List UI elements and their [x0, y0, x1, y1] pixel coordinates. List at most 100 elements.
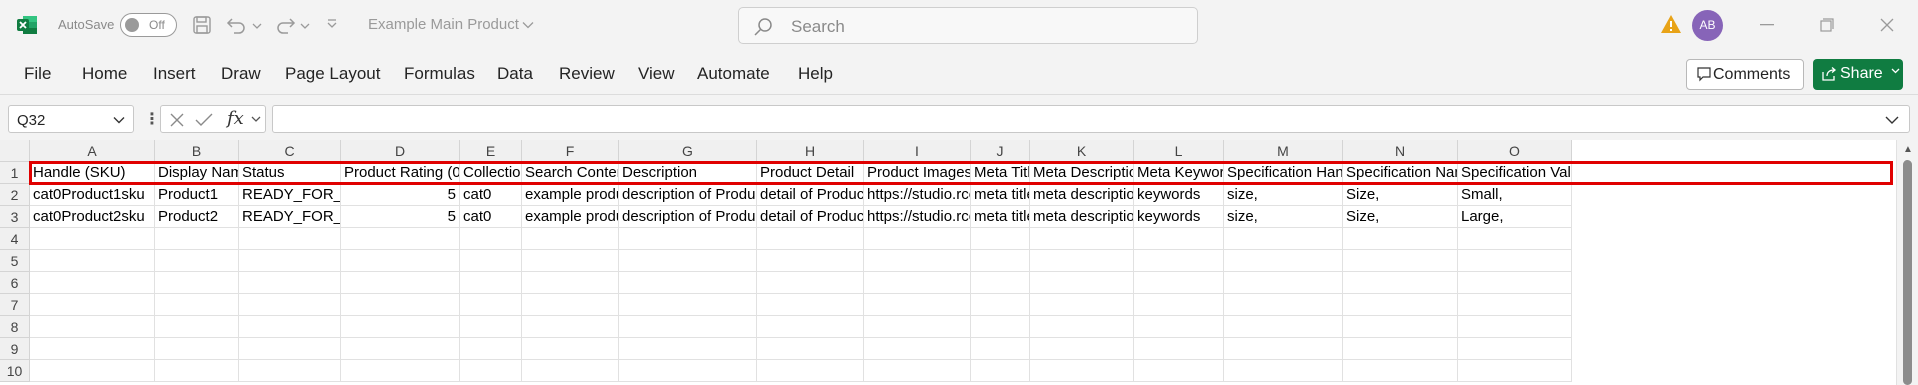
cell[interactable]: cat0: [460, 184, 522, 206]
cell[interactable]: [1224, 316, 1343, 338]
cell[interactable]: [1343, 272, 1458, 294]
cell[interactable]: detail of Product2: [757, 206, 864, 228]
cell[interactable]: meta description: [1030, 184, 1134, 206]
cell[interactable]: [1343, 360, 1458, 382]
cell[interactable]: Meta Title: [971, 162, 1030, 184]
cell[interactable]: [757, 360, 864, 382]
cell[interactable]: [155, 360, 239, 382]
cell[interactable]: [1134, 228, 1224, 250]
cell[interactable]: [30, 338, 155, 360]
cell[interactable]: [522, 360, 619, 382]
cell[interactable]: Search Content: [522, 162, 619, 184]
cell[interactable]: [30, 360, 155, 382]
row-header[interactable]: 8: [0, 316, 30, 338]
scroll-up-icon[interactable]: ▲: [1903, 144, 1913, 155]
cell[interactable]: [619, 228, 757, 250]
cell[interactable]: example product: [522, 206, 619, 228]
cell[interactable]: Size,: [1343, 206, 1458, 228]
row-header[interactable]: 2: [0, 184, 30, 206]
cell[interactable]: [1030, 294, 1134, 316]
tab-home[interactable]: Home: [82, 64, 127, 84]
cell[interactable]: https://studio.rcon: [864, 184, 971, 206]
cell[interactable]: keywords: [1134, 206, 1224, 228]
formula-input[interactable]: [272, 105, 1910, 133]
column-header[interactable]: J: [971, 140, 1030, 162]
cell[interactable]: cat0: [460, 206, 522, 228]
cell[interactable]: 5: [341, 206, 460, 228]
cell[interactable]: [1458, 316, 1572, 338]
spreadsheet-grid[interactable]: ABCDEFGHIJKLMNO 1Handle (SKU)Display Nam…: [0, 140, 1918, 385]
column-header[interactable]: M: [1224, 140, 1343, 162]
cancel-icon[interactable]: [169, 112, 185, 128]
cell[interactable]: [1134, 294, 1224, 316]
cell[interactable]: [757, 272, 864, 294]
cell[interactable]: [460, 250, 522, 272]
cell[interactable]: [864, 316, 971, 338]
comments-button[interactable]: Comments: [1686, 59, 1804, 90]
cell[interactable]: [460, 338, 522, 360]
cell[interactable]: Status: [239, 162, 341, 184]
expand-formula-chevron-down-icon[interactable]: [1885, 116, 1899, 124]
cell[interactable]: [971, 250, 1030, 272]
formula-bar-more-icon[interactable]: ⋮: [144, 109, 160, 129]
cell[interactable]: [619, 250, 757, 272]
cell[interactable]: [155, 272, 239, 294]
column-header[interactable]: I: [864, 140, 971, 162]
column-header[interactable]: B: [155, 140, 239, 162]
column-header[interactable]: N: [1343, 140, 1458, 162]
tab-formulas[interactable]: Formulas: [404, 64, 475, 84]
cell[interactable]: [864, 360, 971, 382]
select-all-corner[interactable]: [0, 140, 30, 162]
tab-automate[interactable]: Automate: [697, 64, 770, 84]
scrollbar-thumb[interactable]: [1903, 160, 1912, 385]
name-box[interactable]: Q32: [8, 105, 134, 133]
cell[interactable]: Display Name: [155, 162, 239, 184]
cell[interactable]: Product1: [155, 184, 239, 206]
save-icon[interactable]: [192, 15, 212, 35]
cell[interactable]: [971, 294, 1030, 316]
cell[interactable]: [1458, 272, 1572, 294]
cell[interactable]: [971, 272, 1030, 294]
vertical-scrollbar[interactable]: ▲: [1896, 140, 1918, 385]
column-header[interactable]: E: [460, 140, 522, 162]
cell[interactable]: cat0Product1sku: [30, 184, 155, 206]
cell[interactable]: [522, 250, 619, 272]
cell[interactable]: [1224, 272, 1343, 294]
cell[interactable]: Collection: [460, 162, 522, 184]
cell[interactable]: 5: [341, 184, 460, 206]
cell[interactable]: keywords: [1134, 184, 1224, 206]
cell[interactable]: [619, 338, 757, 360]
cell[interactable]: [522, 228, 619, 250]
cell[interactable]: [757, 294, 864, 316]
cell[interactable]: [1134, 272, 1224, 294]
cell[interactable]: [1030, 338, 1134, 360]
cell[interactable]: [1030, 272, 1134, 294]
cell[interactable]: example product: [522, 184, 619, 206]
search-input[interactable]: Search: [738, 7, 1198, 44]
row-header[interactable]: 5: [0, 250, 30, 272]
cell[interactable]: Meta Description: [1030, 162, 1134, 184]
cell[interactable]: [460, 272, 522, 294]
cell[interactable]: Small,: [1458, 184, 1572, 206]
tab-view[interactable]: View: [638, 64, 675, 84]
share-button[interactable]: Share: [1813, 59, 1903, 90]
row-header[interactable]: 10: [0, 360, 30, 382]
cell[interactable]: [30, 294, 155, 316]
tab-data[interactable]: Data: [497, 64, 533, 84]
cell[interactable]: detail of Product1: [757, 184, 864, 206]
cell[interactable]: [1224, 360, 1343, 382]
cell[interactable]: [522, 294, 619, 316]
tab-page-layout[interactable]: Page Layout: [285, 64, 380, 84]
row-header[interactable]: 3: [0, 206, 30, 228]
cell[interactable]: Specification Value: [1458, 162, 1572, 184]
cell[interactable]: [864, 250, 971, 272]
close-icon[interactable]: [1880, 18, 1894, 32]
cell[interactable]: Meta Keywords: [1134, 162, 1224, 184]
redo-icon[interactable]: [274, 15, 296, 35]
cell[interactable]: [341, 272, 460, 294]
column-header[interactable]: C: [239, 140, 341, 162]
row-header[interactable]: 7: [0, 294, 30, 316]
column-header[interactable]: O: [1458, 140, 1572, 162]
cell[interactable]: [239, 360, 341, 382]
cell[interactable]: [522, 338, 619, 360]
